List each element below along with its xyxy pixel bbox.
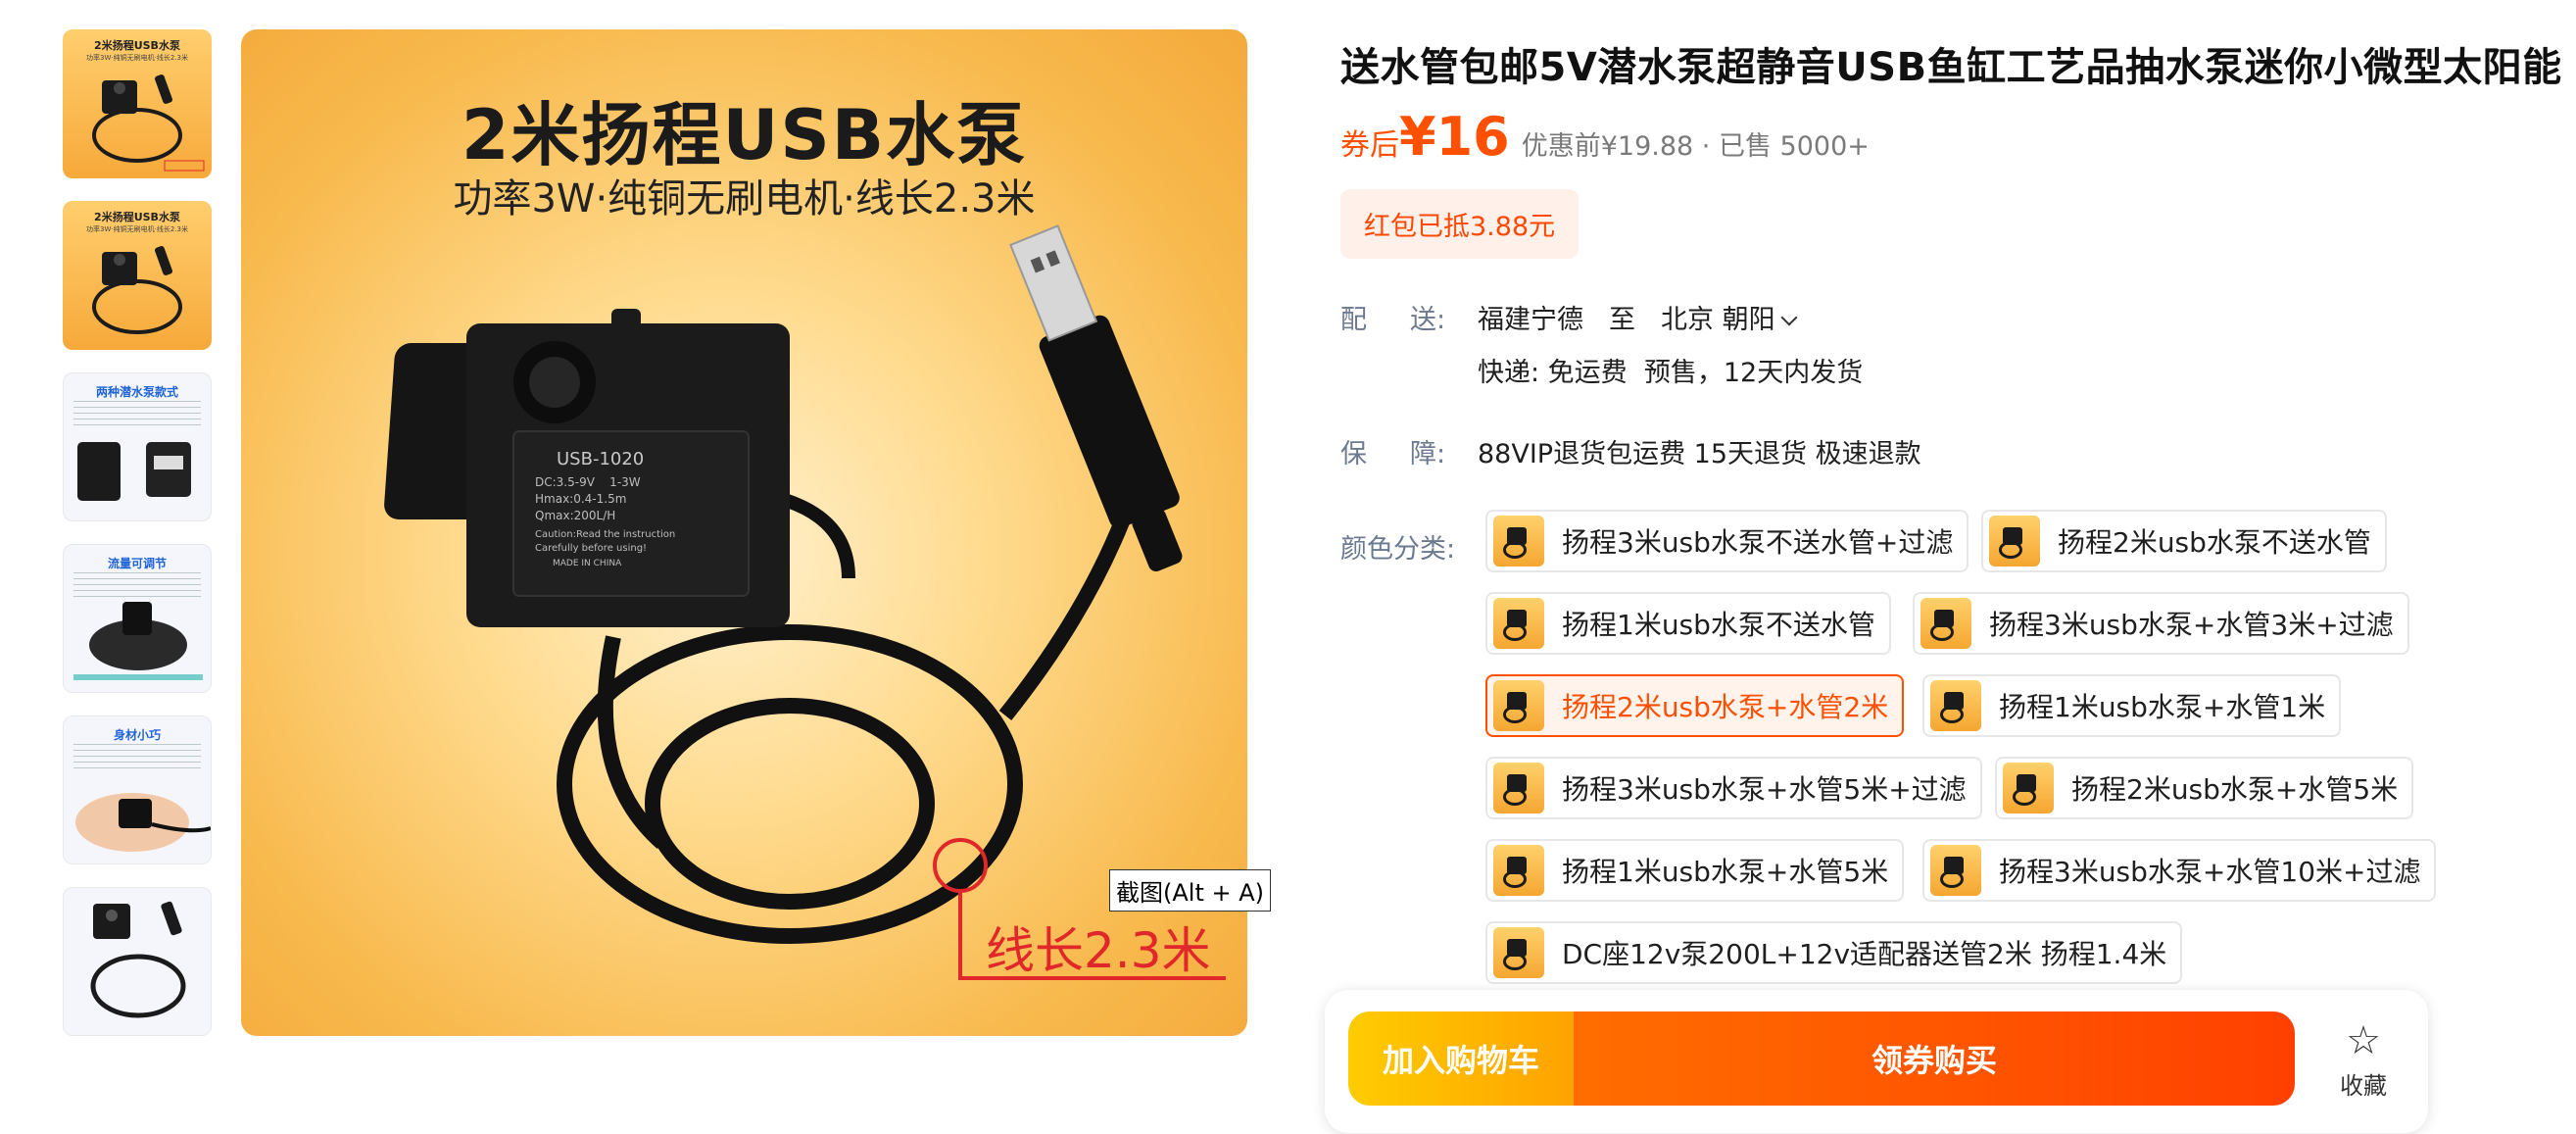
pump-icon — [2003, 763, 2054, 814]
option-label: 扬程2米usb水泵+水管2米 — [1562, 691, 1889, 723]
option-label: 扬程2米usb水泵+水管5米 — [2071, 773, 2399, 806]
adapter-icon — [1493, 927, 1544, 978]
thumbnail-2[interactable]: 2米扬程USB水泵 功率3W·纯铜无刷电机·线长2.3米 — [63, 201, 212, 350]
option-item[interactable]: 扬程1米usb水泵+水管5米 — [1485, 839, 1905, 902]
cable-length-marker — [933, 838, 1226, 980]
ship-destination-select[interactable]: 北京 朝阳 — [1661, 305, 1798, 335]
option-label: 扬程1米usb水泵+水管1米 — [1999, 691, 2326, 723]
red-packet-badge: 红包已抵3.88元 — [1340, 189, 1580, 259]
option-label: 扬程3米usb水泵不送水管+过滤 — [1562, 526, 1954, 559]
option-item[interactable]: 扬程3米usb水泵+水管10米+过滤 — [1922, 839, 2437, 902]
option-label: 扬程3米usb水泵+水管3米+过滤 — [1989, 609, 2394, 641]
option-label: 扬程3米usb水泵+水管10米+过滤 — [1999, 856, 2421, 888]
option-item[interactable]: 扬程3米usb水泵不送水管+过滤 — [1485, 510, 1969, 572]
option-item[interactable]: DC座12v泵200L+12v适配器送管2米 扬程1.4米 — [1485, 921, 2183, 984]
guarantee-label: 保 障: — [1340, 432, 1445, 470]
star-icon: ☆ — [2346, 1018, 2381, 1063]
favorite-button[interactable]: ☆ 收藏 — [2316, 1019, 2410, 1108]
option-label: 扬程2米usb水泵不送水管 — [2058, 526, 2371, 559]
option-label: 扬程3米usb水泵+水管5米+过滤 — [1562, 773, 1967, 806]
pump-icon — [92, 74, 205, 172]
pump-icon — [1493, 516, 1544, 567]
option-label: 扬程1米usb水泵+水管5米 — [1562, 856, 1889, 888]
bottom-action-bar: 加入购物车 领券购买 ☆ 收藏 — [1325, 990, 2428, 1133]
express-fee: 快递: 免运费 — [1478, 358, 1628, 388]
guarantee-label-a: 保 — [1340, 439, 1367, 469]
option-item[interactable]: 扬程1米usb水泵+水管1米 — [1922, 674, 2342, 737]
add-to-cart-button[interactable]: 加入购物车 — [1348, 1011, 1574, 1106]
original-price-sold: 优惠前¥19.88 · 已售 5000+ — [1521, 131, 1870, 162]
option-item[interactable]: 扬程1米usb水泵不送水管 — [1485, 592, 1891, 655]
guarantee-label-b: 障: — [1410, 439, 1446, 469]
pump-icon — [1930, 680, 1981, 731]
shipping-details: 快递: 免运费 预售，12天内发货 — [1478, 351, 1863, 389]
pump-icon — [73, 602, 203, 680]
option-item[interactable]: 扬程3米usb水泵+水管5米+过滤 — [1485, 757, 1982, 819]
thumbnail-5[interactable]: 身材小巧 — [63, 715, 212, 864]
cable-length-caption: 线长2.3米 — [986, 922, 1211, 979]
pump-icon — [92, 246, 182, 334]
pump-icon — [1493, 680, 1544, 731]
thumbnail-6[interactable] — [63, 887, 212, 1036]
thumbnail-list: 2米扬程USB水泵 功率3W·纯铜无刷电机·线长2.3米 2米扬程USB水泵 功… — [63, 29, 212, 1059]
favorite-label: 收藏 — [2340, 1072, 2387, 1100]
pump-icon — [90, 901, 186, 1018]
option-item[interactable]: 扬程2米usb水泵不送水管 — [1981, 510, 2387, 572]
ship-destination: 北京 朝阳 — [1661, 305, 1775, 335]
pump-icon — [1493, 763, 1544, 814]
pump-icon — [77, 442, 191, 501]
main-product-image[interactable]: 2米扬程USB水泵 功率3W·纯铜无刷电机·线长2.3米 USB-1020 DC… — [241, 29, 1247, 1036]
shipping-route: 福建宁德至北京 朝阳 — [1478, 298, 1798, 336]
presale-note: 预售，12天内发货 — [1643, 358, 1864, 388]
option-label: 扬程1米usb水泵不送水管 — [1562, 609, 1875, 641]
price-row: 券后¥16 优惠前¥19.88 · 已售 5000+ — [1340, 106, 1870, 168]
guarantee-value: 88VIP退货包运费 15天退货 极速退款 — [1478, 439, 1921, 469]
option-item[interactable]: 扬程3米usb水泵+水管3米+过滤 — [1913, 592, 2409, 655]
thumbnail-3[interactable]: 两种潜水泵款式 — [63, 372, 212, 521]
pump-icon — [1989, 516, 2040, 567]
option-label: DC座12v泵200L+12v适配器送管2米 扬程1.4米 — [1562, 938, 2167, 970]
pump-icon — [1930, 845, 1981, 896]
thumbnail-1[interactable]: 2米扬程USB水泵 功率3W·纯铜无刷电机·线长2.3米 — [63, 29, 212, 178]
pump-icon — [1493, 598, 1544, 649]
shipping-label: 配 送: — [1340, 298, 1445, 336]
screenshot-tooltip: 截图(Alt + A) — [1109, 869, 1272, 912]
shipping-label-b: 送: — [1410, 305, 1446, 335]
buy-now-button[interactable]: 领券购买 — [1574, 1011, 2295, 1106]
hand-pump-icon — [75, 793, 211, 852]
thumbnail-4[interactable]: 流量可调节 — [63, 544, 212, 693]
option-item[interactable]: 扬程2米usb水泵+水管5米 — [1995, 757, 2414, 819]
ship-from: 福建宁德 — [1478, 305, 1583, 335]
chevron-down-icon — [1780, 309, 1798, 326]
option-item-selected[interactable]: 扬程2米usb水泵+水管2米 — [1485, 674, 1905, 737]
shipping-label-a: 配 — [1340, 305, 1367, 335]
options-label: 颜色分类: — [1340, 534, 1456, 565]
product-title: 送水管包邮5V潜水泵超静音USB鱼缸工艺品抽水泵迷你小微型太阳能 — [1340, 45, 2562, 90]
ship-to-word: 至 — [1609, 305, 1635, 335]
pump-icon — [1920, 598, 1971, 649]
pump-icon — [1493, 845, 1544, 896]
coupon-prefix: 券后 — [1340, 128, 1399, 163]
price: ¥16 — [1399, 106, 1510, 168]
